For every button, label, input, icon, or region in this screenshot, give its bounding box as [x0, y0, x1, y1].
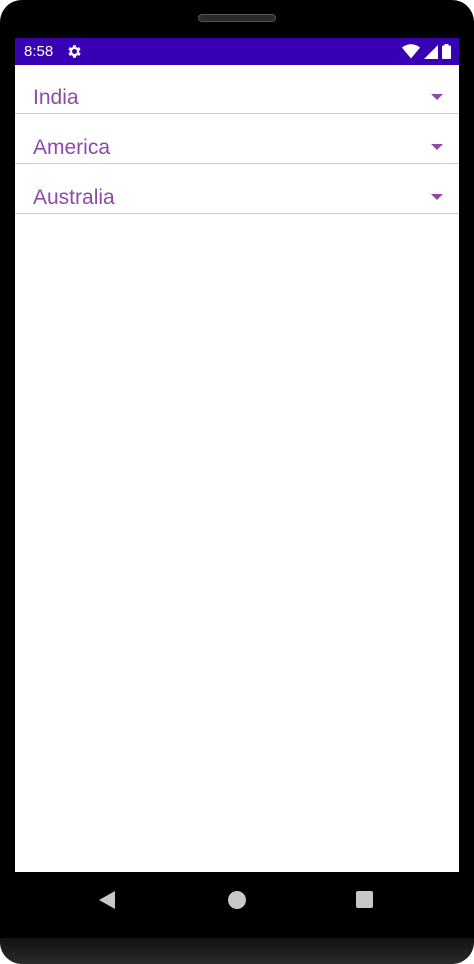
spinner-selected-value: America [33, 136, 111, 159]
dropdown-arrow-icon [431, 194, 443, 200]
status-time: 8:58 [24, 43, 54, 60]
earpiece-speaker [198, 14, 276, 22]
wifi-icon [402, 44, 420, 59]
cell-signal-icon [424, 44, 438, 59]
dropdown-arrow-icon [431, 144, 443, 150]
phone-frame: 8:58 India America Australia [0, 0, 474, 964]
gear-icon [68, 45, 81, 58]
screen: 8:58 India America Australia [15, 38, 459, 872]
country-spinner-2[interactable]: America [15, 115, 459, 164]
dropdown-arrow-icon [431, 94, 443, 100]
battery-icon [442, 44, 451, 59]
navigation-bar [0, 872, 474, 938]
country-spinner-3[interactable]: Australia [15, 165, 459, 214]
country-spinner-1[interactable]: India [15, 65, 459, 114]
status-bar: 8:58 [15, 38, 459, 65]
spinner-selected-value: Australia [33, 186, 115, 209]
phone-bottom-edge [0, 938, 474, 964]
spinner-selected-value: India [33, 86, 79, 109]
status-icons [402, 43, 451, 60]
back-icon[interactable] [99, 891, 115, 909]
recents-icon[interactable] [356, 891, 373, 908]
home-icon[interactable] [228, 891, 246, 909]
